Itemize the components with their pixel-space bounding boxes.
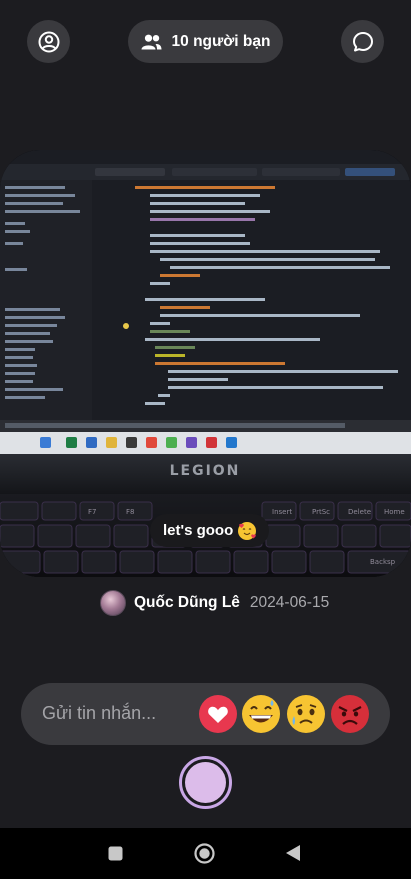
svg-text:F8: F8 xyxy=(126,508,134,516)
author-name[interactable]: Quốc Dũng Lê xyxy=(134,594,240,612)
avatar[interactable] xyxy=(100,590,126,616)
capture-button[interactable] xyxy=(179,756,232,809)
svg-text:Home: Home xyxy=(384,508,405,516)
chat-button[interactable] xyxy=(341,20,384,63)
svg-text:PrtSc: PrtSc xyxy=(312,508,330,516)
smiling-face-with-hearts-icon xyxy=(238,521,257,540)
back-triangle-icon xyxy=(286,845,300,861)
grinning-sweat-icon xyxy=(242,695,280,733)
capture-button-inner xyxy=(185,762,226,803)
home-button[interactable] xyxy=(194,843,215,869)
back-button[interactable] xyxy=(285,844,301,867)
person-circle-icon xyxy=(38,31,59,52)
recents-button[interactable] xyxy=(108,846,123,866)
friends-button[interactable]: 10 người bạn xyxy=(128,20,283,63)
photo-caption: let's gooo xyxy=(150,514,270,547)
reaction-angry-button[interactable] xyxy=(330,694,370,734)
post-author-row[interactable]: Quốc Dũng Lê 2024-06-15 xyxy=(100,590,329,616)
message-bar: Gửi tin nhắn... xyxy=(21,683,390,745)
home-circle-icon xyxy=(194,843,215,864)
reaction-anxious-button[interactable] xyxy=(286,694,326,734)
angry-icon xyxy=(331,695,369,733)
svg-text:Delete: Delete xyxy=(348,508,371,516)
anxious-sweat-icon xyxy=(287,695,325,733)
friends-count-label: 10 người bạn xyxy=(171,32,271,50)
caption-text: let's gooo xyxy=(163,522,234,539)
laptop-brand-logo: LEGION xyxy=(170,463,241,479)
people-icon xyxy=(141,34,162,49)
system-nav-bar xyxy=(0,828,411,879)
profile-button[interactable] xyxy=(27,20,70,63)
recents-square-icon xyxy=(108,846,123,861)
post-date: 2024-06-15 xyxy=(249,594,330,611)
svg-text:F7: F7 xyxy=(88,508,96,516)
svg-text:Backsp: Backsp xyxy=(370,558,396,566)
shared-photo[interactable]: LEGION F7 F8 Insert PrtSc Delete Home Backs… xyxy=(0,150,411,577)
reaction-grin-button[interactable] xyxy=(241,694,281,734)
chat-bubble-icon xyxy=(352,31,373,51)
svg-text:Insert: Insert xyxy=(272,508,292,516)
reaction-heart-button[interactable] xyxy=(198,694,238,734)
message-input[interactable]: Gửi tin nhắn... xyxy=(42,703,156,724)
heart-icon xyxy=(199,695,237,733)
laptop-photo: LEGION F7 F8 Insert PrtSc Delete Home Backs… xyxy=(0,150,411,577)
